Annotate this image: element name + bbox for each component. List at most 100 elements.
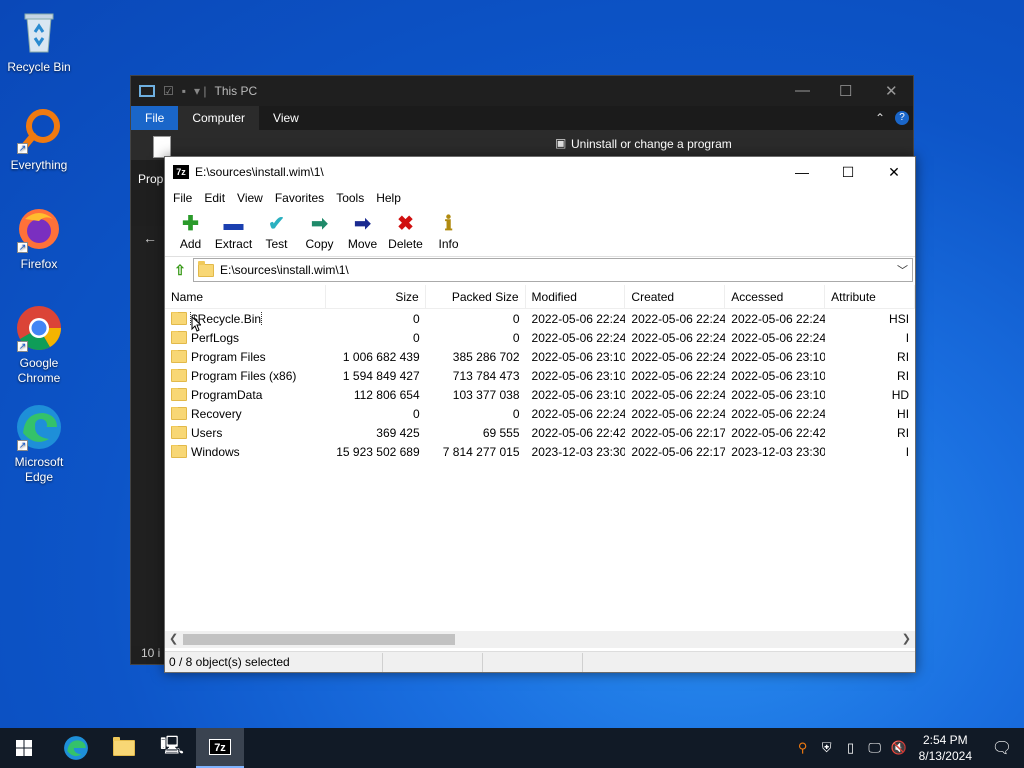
address-bar: ⇧ E:\sources\install.wim\1\ ﹀ [165, 257, 915, 283]
tab-file[interactable]: File [131, 106, 179, 130]
scroll-right-icon[interactable]: ❯ [902, 632, 911, 645]
cell-modified: 2022-05-06 23:10 [531, 368, 626, 383]
close-icon[interactable]: ✕ [871, 157, 917, 187]
column-packed-size[interactable]: Packed Size [426, 285, 526, 309]
minimize-icon[interactable]: — [795, 82, 810, 99]
collapse-ribbon-icon[interactable]: ⌃ [875, 111, 885, 125]
extract-button[interactable]: ▬ Extract [212, 209, 255, 251]
cell-modified: 2022-05-06 22:24 [531, 330, 626, 345]
maximize-icon[interactable]: ☐ [839, 82, 852, 100]
menu-view[interactable]: View [231, 191, 269, 205]
cell-size: 0 [412, 311, 420, 326]
tab-computer[interactable]: Computer [178, 106, 260, 130]
move-button[interactable]: ➡ Move [341, 209, 384, 251]
cell-attributes: HI [897, 406, 910, 421]
cell-packed-size: 103 377 038 [452, 387, 520, 402]
scrollbar-thumb[interactable] [183, 634, 455, 645]
desktop-icon-recycle-bin[interactable]: Recycle Bin [4, 8, 74, 75]
ribbon-properties-label[interactable]: Prop [138, 172, 163, 186]
security-shield-icon[interactable]: ⛨ [815, 740, 839, 756]
column-name[interactable]: Name [165, 285, 326, 309]
cell-packed-size: 713 784 473 [452, 368, 520, 383]
column-modified[interactable]: Modified [526, 285, 626, 309]
info-icon: ℹ [444, 213, 453, 235]
menu-favorites[interactable]: Favorites [269, 191, 330, 205]
desktop-icon-label: Microsoft Edge [14, 455, 64, 484]
horizontal-scrollbar[interactable]: ❮ ❯ [165, 631, 915, 648]
selection-status: 0 / 8 object(s) selected [165, 652, 383, 672]
menu-tools[interactable]: Tools [330, 191, 370, 205]
properties-icon[interactable] [153, 136, 171, 158]
address-path: E:\sources\install.wim\1\ [220, 263, 349, 277]
extract-label: Extract [214, 237, 253, 251]
toolbar: ✚ Add ▬ Extract ✔ Test ➡ Copy ➡ Move ✖ Delete … [165, 209, 915, 257]
clock-time: 2:54 PM [922, 733, 968, 747]
column-accessed[interactable]: Accessed [725, 285, 826, 309]
address-input[interactable]: E:\sources\install.wim\1\ ﹀ [193, 258, 913, 282]
minimize-icon[interactable]: — [779, 157, 825, 187]
list-rows: $Recycle.Bin 0 0 2022-05-06 22:24 2022-05-06… [165, 309, 915, 461]
windows-logo-icon [16, 740, 32, 756]
add-button[interactable]: ✚ Add [169, 209, 212, 251]
cell-accessed: 2022-05-06 22:24 [731, 406, 826, 421]
taskbar-this-pc[interactable]: 🖳 [148, 728, 196, 768]
table-row[interactable]: Users 369 425 69 555 2022-05-06 22:42 2022-0… [165, 423, 915, 442]
copy-icon: ➡ [311, 213, 328, 235]
chevron-down-icon[interactable]: ﹀ [897, 262, 908, 278]
cell-name: Windows [165, 444, 326, 459]
table-row[interactable]: PerfLogs 0 0 2022-05-06 22:24 2022-05-06 22:… [165, 328, 915, 347]
scroll-left-icon[interactable]: ❮ [169, 632, 178, 645]
file-name: Windows [191, 444, 240, 459]
close-icon[interactable]: ✕ [885, 82, 898, 100]
column-attributes[interactable]: Attribute [825, 285, 915, 309]
copy-button[interactable]: ➡ Copy [298, 209, 341, 251]
desktop-icon-edge[interactable]: ↗ Microsoft Edge [4, 403, 74, 485]
table-row[interactable]: Program Files 1 006 682 439 385 286 702 202… [165, 347, 915, 366]
desktop-icon-chrome[interactable]: ↗ Google Chrome [4, 304, 74, 386]
table-row[interactable]: Program Files (x86) 1 594 849 427 713 784 … [165, 366, 915, 385]
notification-icon[interactable]: 🗨 [980, 738, 1024, 758]
cell-created: 2022-05-06 22:24 [631, 406, 726, 421]
taskbar-file-explorer[interactable] [100, 728, 148, 768]
table-row[interactable]: Windows 15 923 502 689 7 814 277 015 2023-1… [165, 442, 915, 461]
uninstall-program-button[interactable]: Uninstall or change a program [571, 137, 732, 151]
taskbar-7zip[interactable]: 7z [196, 728, 244, 768]
tab-view[interactable]: View [259, 106, 313, 130]
maximize-icon[interactable]: ☐ [825, 157, 871, 187]
sevenzip-logo-icon: 7z [209, 739, 231, 755]
cell-name: Recovery [165, 406, 326, 421]
computer-icon: 🖳 [159, 735, 184, 755]
taskbar-edge[interactable] [52, 728, 100, 768]
quick-access-folder-icon[interactable]: ▪ [182, 84, 186, 98]
cell-created: 2022-05-06 22:24 [631, 330, 726, 345]
column-size[interactable]: Size [326, 285, 426, 309]
network-icon[interactable]: 🖵 [863, 740, 887, 756]
quick-access-properties-icon[interactable]: ☑ [163, 84, 174, 98]
test-label: Test [265, 237, 288, 251]
usb-drive-icon[interactable]: ▯ [839, 740, 863, 756]
table-row[interactable]: $Recycle.Bin 0 0 2022-05-06 22:24 2022-05-06… [165, 309, 915, 328]
back-arrow-icon[interactable]: ← [143, 230, 157, 246]
sevenzip-window[interactable]: 7z E:\sources\install.wim\1\ — ☐ ✕ File … [164, 156, 916, 673]
everything-tray-icon[interactable]: ⚲ [791, 740, 815, 756]
menu-edit[interactable]: Edit [198, 191, 231, 205]
help-icon[interactable]: ? [895, 111, 909, 125]
file-name: $Recycle.Bin [189, 311, 263, 326]
desktop-icon-firefox[interactable]: ↗ Firefox [4, 205, 74, 272]
menu-help[interactable]: Help [370, 191, 407, 205]
desktop-icon-everything[interactable]: ↗ Everything [4, 106, 74, 173]
file-list[interactable]: Name Size Packed Size Modified Created A… [165, 285, 915, 631]
start-button[interactable] [0, 728, 48, 768]
clock[interactable]: 2:54 PM 8/13/2024 [911, 732, 980, 764]
column-created[interactable]: Created [625, 285, 726, 309]
table-row[interactable]: ProgramData 112 806 654 103 377 038 2022-05… [165, 385, 915, 404]
volume-muted-icon[interactable]: 🔇 [887, 740, 911, 756]
table-row[interactable]: Recovery 0 0 2022-05-06 22:24 2022-05-06 22:… [165, 404, 915, 423]
delete-button[interactable]: ✖ Delete [384, 209, 427, 251]
quick-access-dropdown-icon[interactable]: ▾ | [194, 84, 206, 98]
test-button[interactable]: ✔ Test [255, 209, 298, 251]
info-button[interactable]: ℹ Info [427, 209, 470, 251]
up-folder-icon[interactable]: ⇧ [167, 259, 193, 281]
uninstall-program-icon[interactable]: ▣ [555, 136, 566, 150]
menu-file[interactable]: File [167, 191, 198, 205]
